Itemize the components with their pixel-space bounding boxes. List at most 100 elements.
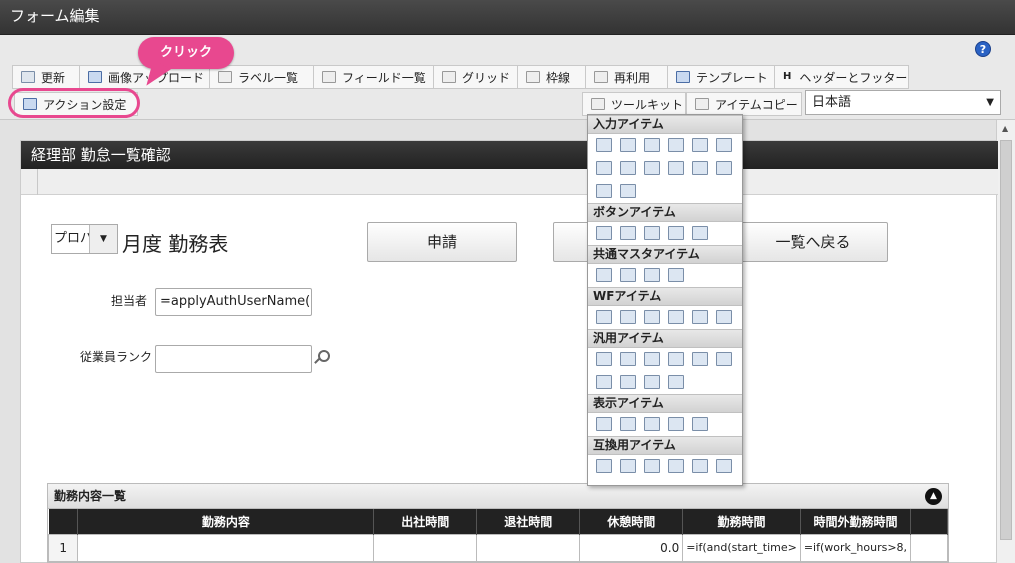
palette-item-icon[interactable] bbox=[692, 226, 708, 240]
palette-item-icon[interactable] bbox=[644, 459, 660, 473]
palette-item-icon[interactable] bbox=[692, 459, 708, 473]
palette-item-icon[interactable] bbox=[692, 310, 708, 324]
toolkit-button[interactable]: ツールキット bbox=[582, 92, 686, 116]
scrollbar-thumb[interactable] bbox=[1000, 140, 1012, 540]
back-to-list-button[interactable]: 一覧へ戻る bbox=[738, 222, 888, 262]
palette-item-icon[interactable] bbox=[620, 161, 636, 175]
table-cell bbox=[910, 533, 948, 562]
collapse-icon[interactable]: ▲ bbox=[925, 488, 942, 505]
grid-button[interactable]: グリッド bbox=[433, 65, 517, 89]
palette-item-icon[interactable] bbox=[620, 310, 636, 324]
palette-item-icon[interactable] bbox=[692, 417, 708, 431]
palette-item-icon[interactable] bbox=[596, 459, 612, 473]
palette-item-icon[interactable] bbox=[668, 459, 684, 473]
search-icon[interactable] bbox=[318, 350, 330, 362]
template-button[interactable]: テンプレート bbox=[667, 65, 774, 89]
click-callout: クリック bbox=[138, 37, 234, 69]
grid-icon bbox=[442, 71, 456, 83]
palette-item-icon[interactable] bbox=[644, 375, 660, 389]
palette-item-icon[interactable] bbox=[668, 375, 684, 389]
column-header bbox=[910, 509, 948, 534]
palette-item-icon[interactable] bbox=[620, 352, 636, 366]
palette-row bbox=[588, 157, 742, 180]
chevron-down-icon[interactable]: ▼ bbox=[89, 225, 117, 253]
border-button[interactable]: 枠線 bbox=[517, 65, 585, 89]
palette-item-icon[interactable] bbox=[596, 161, 612, 175]
header-footer-icon: H bbox=[783, 71, 792, 82]
column-header[interactable]: 休憩時間 bbox=[579, 509, 684, 534]
palette-item-icon[interactable] bbox=[692, 161, 708, 175]
palette-item-icon[interactable] bbox=[596, 268, 612, 282]
palette-item-icon[interactable] bbox=[620, 375, 636, 389]
palette-item-icon[interactable] bbox=[692, 352, 708, 366]
palette-row bbox=[588, 306, 742, 329]
apply-button[interactable]: 申請 bbox=[367, 222, 517, 262]
palette-item-icon[interactable] bbox=[644, 226, 660, 240]
palette-item-icon[interactable] bbox=[668, 417, 684, 431]
item-copy-button[interactable]: アイテムコピー bbox=[686, 92, 802, 116]
help-icon[interactable]: ? bbox=[975, 41, 991, 57]
palette-item-icon[interactable] bbox=[668, 268, 684, 282]
palette-item-icon[interactable] bbox=[716, 138, 732, 152]
rank-field[interactable] bbox=[155, 345, 312, 373]
palette-item-icon[interactable] bbox=[620, 184, 636, 198]
reuse-icon bbox=[594, 71, 608, 83]
scroll-up-icon[interactable]: ▲ bbox=[1002, 124, 1008, 133]
grid-table: 勤務内容 出社時間 退社時間 休憩時間 勤務時間 時間外勤務時間 1 0.0 =… bbox=[47, 509, 948, 562]
palette-item-icon[interactable] bbox=[644, 138, 660, 152]
palette-item-icon[interactable] bbox=[716, 459, 732, 473]
field-list-icon bbox=[322, 71, 336, 83]
palette-item-icon[interactable] bbox=[644, 352, 660, 366]
palette-row bbox=[588, 264, 742, 287]
label-list-button[interactable]: ラベル一覧 bbox=[209, 65, 313, 89]
column-header[interactable]: 時間外勤務時間 bbox=[800, 509, 912, 534]
table-row: 1 0.0 =if(and(start_time> =if(work_hours… bbox=[47, 533, 948, 562]
palette-item-icon[interactable] bbox=[668, 352, 684, 366]
palette-item-icon[interactable] bbox=[596, 310, 612, 324]
palette-item-icon[interactable] bbox=[716, 310, 732, 324]
palette-item-icon[interactable] bbox=[644, 310, 660, 324]
palette-item-icon[interactable] bbox=[668, 226, 684, 240]
column-header[interactable]: 出社時間 bbox=[373, 509, 478, 534]
palette-item-icon[interactable] bbox=[668, 310, 684, 324]
palette-item-icon[interactable] bbox=[620, 417, 636, 431]
header-footer-button[interactable]: H ヘッダーとフッター bbox=[774, 65, 909, 89]
vertical-scrollbar[interactable]: ▲ bbox=[996, 120, 1015, 563]
palette-item-icon[interactable] bbox=[620, 226, 636, 240]
language-select[interactable]: 日本語 ▼ bbox=[805, 90, 1001, 115]
column-header[interactable]: 勤務内容 bbox=[77, 509, 375, 534]
person-field[interactable]: =applyAuthUserName() bbox=[155, 288, 312, 316]
palette-item-icon[interactable] bbox=[596, 417, 612, 431]
column-header[interactable]: 退社時間 bbox=[476, 509, 581, 534]
palette-item-icon[interactable] bbox=[596, 226, 612, 240]
palette-item-icon[interactable] bbox=[644, 161, 660, 175]
update-button[interactable]: 更新 bbox=[12, 65, 79, 89]
palette-item-icon[interactable] bbox=[668, 161, 684, 175]
palette-item-icon[interactable] bbox=[668, 138, 684, 152]
palette-row bbox=[588, 455, 742, 478]
palette-item-icon[interactable] bbox=[620, 268, 636, 282]
palette-row bbox=[588, 134, 742, 157]
reuse-button[interactable]: 再利用 bbox=[585, 65, 667, 89]
rank-label: 従業員ランク bbox=[80, 350, 153, 364]
palette-item-icon[interactable] bbox=[716, 161, 732, 175]
palette-item-icon[interactable] bbox=[716, 352, 732, 366]
palette-item-icon[interactable] bbox=[596, 184, 612, 198]
palette-item-icon[interactable] bbox=[620, 459, 636, 473]
palette-item-icon[interactable] bbox=[644, 268, 660, 282]
palette-item-icon[interactable] bbox=[596, 138, 612, 152]
period-select[interactable]: プロパ ▼ bbox=[51, 224, 118, 254]
field-list-button[interactable]: フィールド一覧 bbox=[313, 65, 433, 89]
table-cell[interactable] bbox=[77, 533, 375, 562]
palette-item-icon[interactable] bbox=[644, 417, 660, 431]
palette-item-icon[interactable] bbox=[692, 138, 708, 152]
table-cell[interactable]: =if(work_hours>8, bbox=[799, 533, 912, 562]
table-cell[interactable]: =if(and(start_time> bbox=[682, 533, 801, 562]
table-cell[interactable] bbox=[476, 533, 581, 562]
palette-item-icon[interactable] bbox=[620, 138, 636, 152]
palette-item-icon[interactable] bbox=[596, 375, 612, 389]
palette-item-icon[interactable] bbox=[596, 352, 612, 366]
table-cell[interactable] bbox=[373, 533, 478, 562]
table-cell[interactable]: 0.0 bbox=[579, 533, 684, 562]
column-header[interactable]: 勤務時間 bbox=[682, 509, 801, 534]
